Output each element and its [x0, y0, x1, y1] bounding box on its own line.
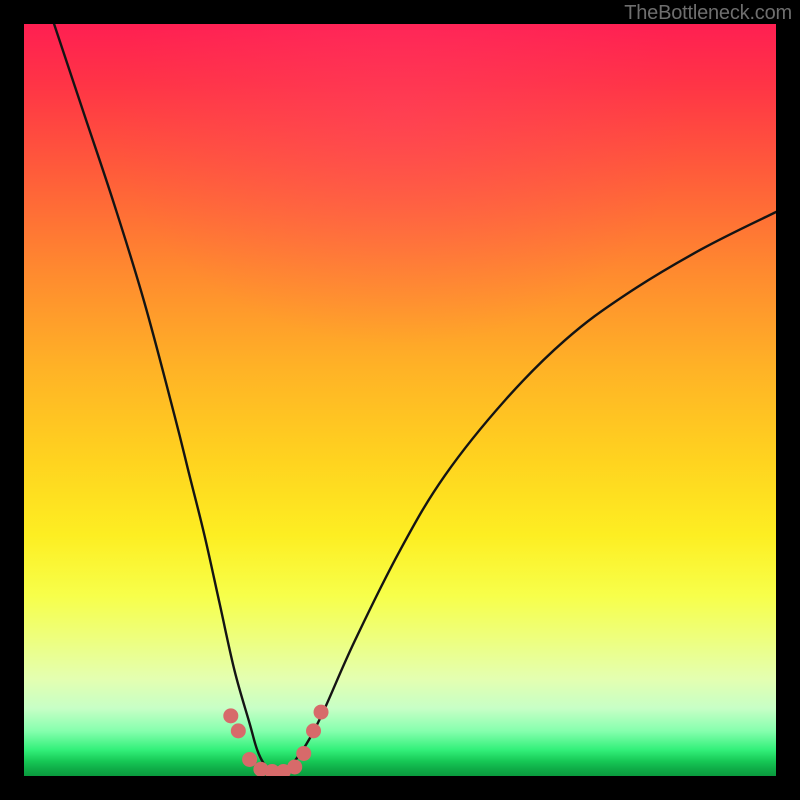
- curve-marker: [296, 746, 311, 761]
- curve-marker: [231, 723, 246, 738]
- chart-frame: [24, 24, 776, 776]
- bottleneck-curve: [54, 24, 776, 771]
- curve-marker: [223, 708, 238, 723]
- curve-marker: [314, 705, 329, 720]
- watermark-text: TheBottleneck.com: [624, 2, 792, 25]
- curve-layer: [24, 24, 776, 776]
- curve-marker: [242, 752, 257, 767]
- curve-marker: [306, 723, 321, 738]
- curve-marker: [287, 759, 302, 774]
- marker-group: [223, 705, 328, 776]
